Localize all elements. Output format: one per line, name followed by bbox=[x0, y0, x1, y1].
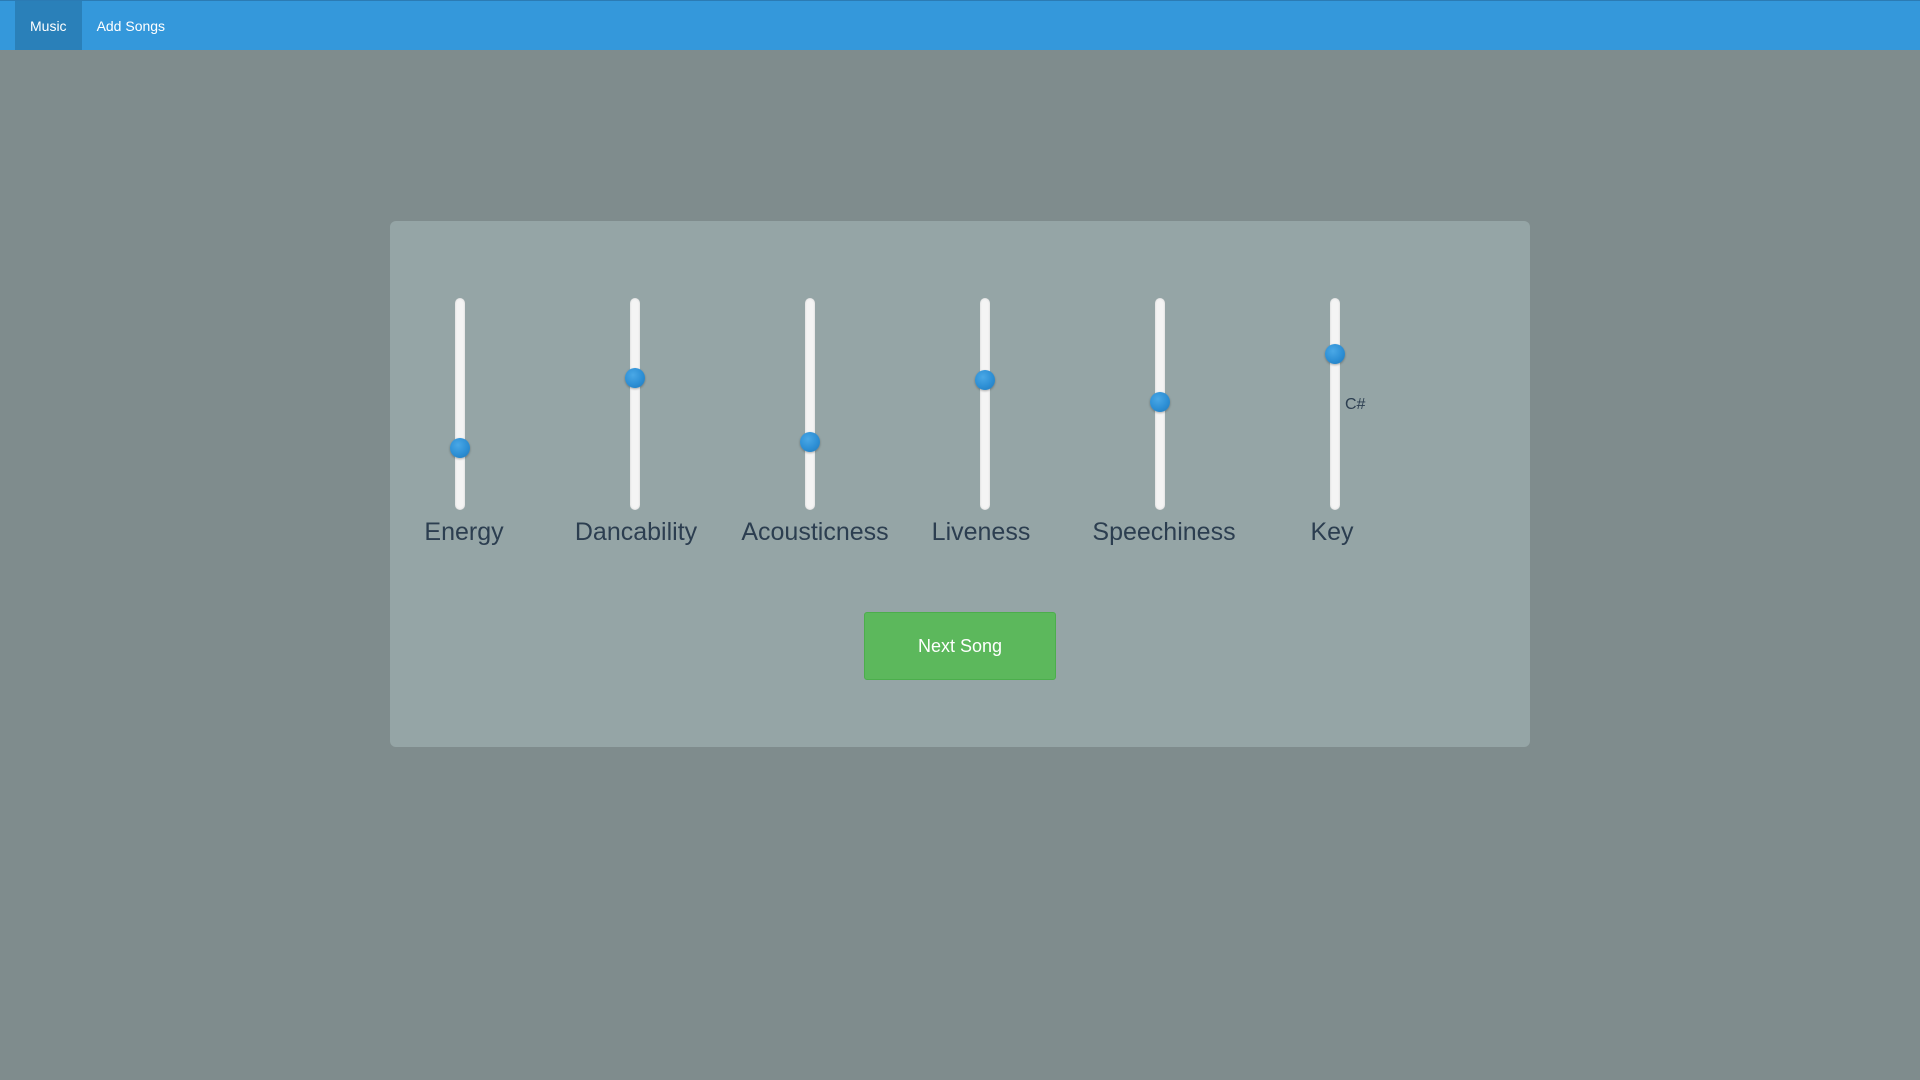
dancability-label: Dancability bbox=[574, 518, 698, 546]
nav-item-add-songs[interactable]: Add Songs bbox=[82, 1, 181, 50]
nav-item-label: Add Songs bbox=[96, 17, 166, 34]
key-slider-group: C# Key bbox=[1265, 221, 1465, 581]
key-value-label: C# bbox=[1345, 395, 1366, 413]
energy-slider[interactable] bbox=[455, 298, 465, 510]
liveness-slider[interactable] bbox=[980, 298, 990, 510]
speechiness-slider-group: Speechiness bbox=[1090, 221, 1290, 581]
nav-item-music[interactable]: Music bbox=[15, 1, 82, 50]
liveness-slider-thumb[interactable] bbox=[975, 369, 995, 390]
acousticness-label: Acousticness bbox=[741, 518, 889, 546]
nav-item-label: Music bbox=[30, 17, 67, 34]
key-slider-thumb[interactable] bbox=[1325, 343, 1345, 364]
top-navbar: Music Add Songs bbox=[0, 0, 1920, 50]
energy-label: Energy bbox=[424, 518, 504, 546]
acousticness-slider[interactable] bbox=[805, 298, 815, 510]
liveness-label: Liveness bbox=[931, 518, 1031, 546]
energy-slider-thumb[interactable] bbox=[450, 438, 470, 459]
dancability-slider[interactable] bbox=[630, 298, 640, 510]
key-label: Key bbox=[1310, 518, 1354, 546]
energy-slider-group: Energy bbox=[390, 221, 590, 581]
controls-panel: Energy Dancability Acousticness Liveness… bbox=[390, 221, 1530, 747]
next-song-button[interactable]: Next Song bbox=[864, 612, 1056, 680]
dancability-slider-thumb[interactable] bbox=[625, 367, 645, 388]
liveness-slider-group: Liveness bbox=[915, 221, 1115, 581]
acousticness-slider-group: Acousticness bbox=[740, 221, 940, 581]
key-slider[interactable] bbox=[1330, 298, 1340, 510]
dancability-slider-group: Dancability bbox=[565, 221, 765, 581]
speechiness-slider-thumb[interactable] bbox=[1150, 391, 1170, 412]
acousticness-slider-thumb[interactable] bbox=[800, 432, 820, 453]
speechiness-label: Speechiness bbox=[1092, 518, 1236, 546]
